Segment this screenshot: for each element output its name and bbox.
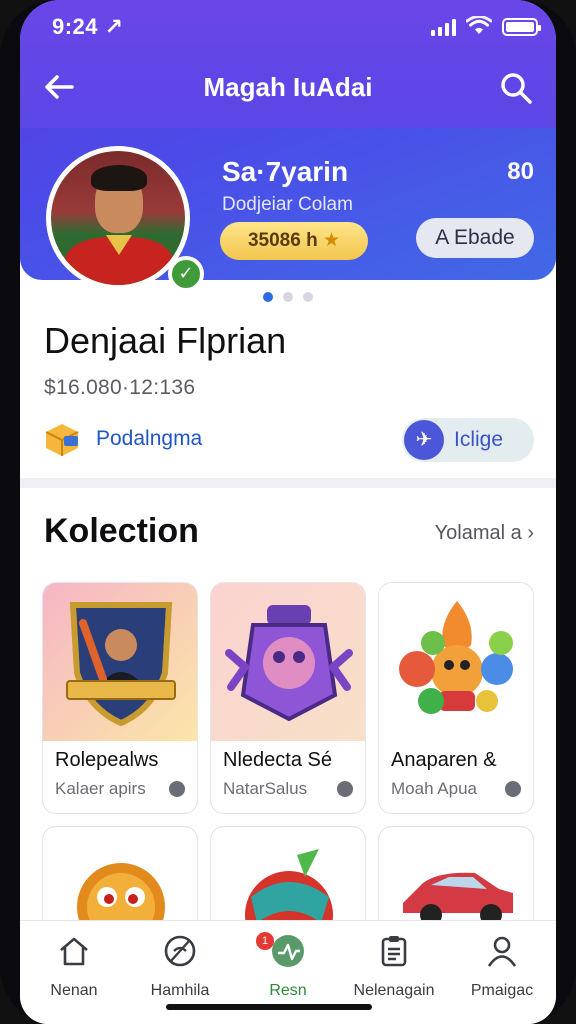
robot-creature-icon xyxy=(211,583,365,741)
app-bar: Magah IuAdai xyxy=(20,64,556,112)
carousel-dot[interactable] xyxy=(303,292,313,302)
card-subtitle: Kalaer apirs xyxy=(55,779,146,798)
collection-card[interactable]: Rolepealws Kalaer apirs xyxy=(42,582,198,814)
tab-label: Resn xyxy=(269,982,307,999)
hero-username: Sa·7yarin xyxy=(222,156,349,187)
avatar-photo xyxy=(51,151,185,285)
chevron-right-icon: › xyxy=(527,522,534,544)
search-icon[interactable] xyxy=(498,70,534,106)
profile-link[interactable]: Podalngma xyxy=(96,427,202,451)
card-title: Anaparen & xyxy=(391,749,497,771)
chat-bubble-icon[interactable] xyxy=(505,781,521,797)
chat-bubble-icon[interactable] xyxy=(337,781,353,797)
ball-icon xyxy=(164,935,196,967)
card-title: Rolepealws xyxy=(55,749,159,771)
card-subtitle: NatarSalus xyxy=(223,779,308,798)
activity-icon xyxy=(272,935,304,967)
card-title: Nledecta Sé xyxy=(223,749,332,771)
person-icon xyxy=(487,936,517,967)
hero-score: 80 xyxy=(507,158,534,185)
see-all-link[interactable]: Yolamal a › xyxy=(435,522,534,545)
tag-label: Iclige xyxy=(454,428,504,451)
wifi-icon xyxy=(466,16,492,34)
tag-button[interactable]: ✈ Iclige xyxy=(402,418,534,462)
notification-badge: 1 xyxy=(256,932,274,950)
hero-subtitle: Dodjeiar Colam xyxy=(222,194,353,215)
status-bar: 9:24 ↗ xyxy=(20,10,556,44)
action-button[interactable]: A Ebade xyxy=(416,218,534,258)
collection-card[interactable]: Anaparen & Moah Apua xyxy=(378,582,534,814)
collection-card[interactable]: Nledecta Sé NatarSalus xyxy=(210,582,366,814)
phone-frame: 9:24 ↗ Magah IuAdai ✓ Sa·7yarin 80 Dodje… xyxy=(0,0,576,1024)
bolt-icon: ✈ xyxy=(404,420,444,460)
home-icon xyxy=(60,937,88,966)
status-icons xyxy=(431,16,541,36)
points-badge[interactable]: 35086 h ★ xyxy=(220,222,368,260)
profile-link-row: Podalngma ✈ Iclige xyxy=(42,418,534,466)
tab-active[interactable]: Resn xyxy=(238,933,338,1000)
points-value: 35086 h xyxy=(247,230,318,251)
tab-label: Nenan xyxy=(50,982,98,999)
carousel-dots xyxy=(20,292,556,302)
chat-bubble-icon[interactable] xyxy=(169,781,185,797)
carousel-dot[interactable] xyxy=(283,292,293,302)
app-screen: 9:24 ↗ Magah IuAdai ✓ Sa·7yarin 80 Dodje… xyxy=(20,0,556,1024)
tab-label: Nelenagain xyxy=(353,982,435,999)
carousel-dot[interactable] xyxy=(263,292,273,302)
page-title: Magah IuAdai xyxy=(203,72,373,102)
profile-name: Denjaai Flprian xyxy=(44,320,287,361)
signal-icon xyxy=(431,18,456,36)
package-icon xyxy=(45,424,79,456)
card-subtitle: Moah Apua xyxy=(391,779,478,798)
shield-emblem-icon xyxy=(43,583,197,741)
battery-icon xyxy=(502,18,541,36)
section-title: Kolection xyxy=(44,512,199,550)
verified-icon: ✓ xyxy=(168,256,204,292)
tab-home[interactable]: Nenan xyxy=(24,933,124,1000)
clipboard-icon xyxy=(381,936,407,967)
star-icon: ★ xyxy=(322,230,341,251)
tab-schedule[interactable]: Nelenagain xyxy=(344,933,444,1000)
status-time: 9:24 ↗ xyxy=(52,14,124,39)
fruit-characters-icon xyxy=(379,583,533,741)
tab-sports[interactable]: Hamhila xyxy=(130,933,230,1000)
tab-label: Hamhila xyxy=(150,982,210,999)
tab-label: Pmaigac xyxy=(470,982,534,999)
see-all-label: Yolamal a xyxy=(434,522,522,544)
section-divider xyxy=(20,478,556,488)
profile-price: $16.080·12:136 xyxy=(44,376,196,399)
home-indicator[interactable] xyxy=(166,1004,372,1010)
tab-profile[interactable]: Pmaigac xyxy=(452,933,552,1000)
